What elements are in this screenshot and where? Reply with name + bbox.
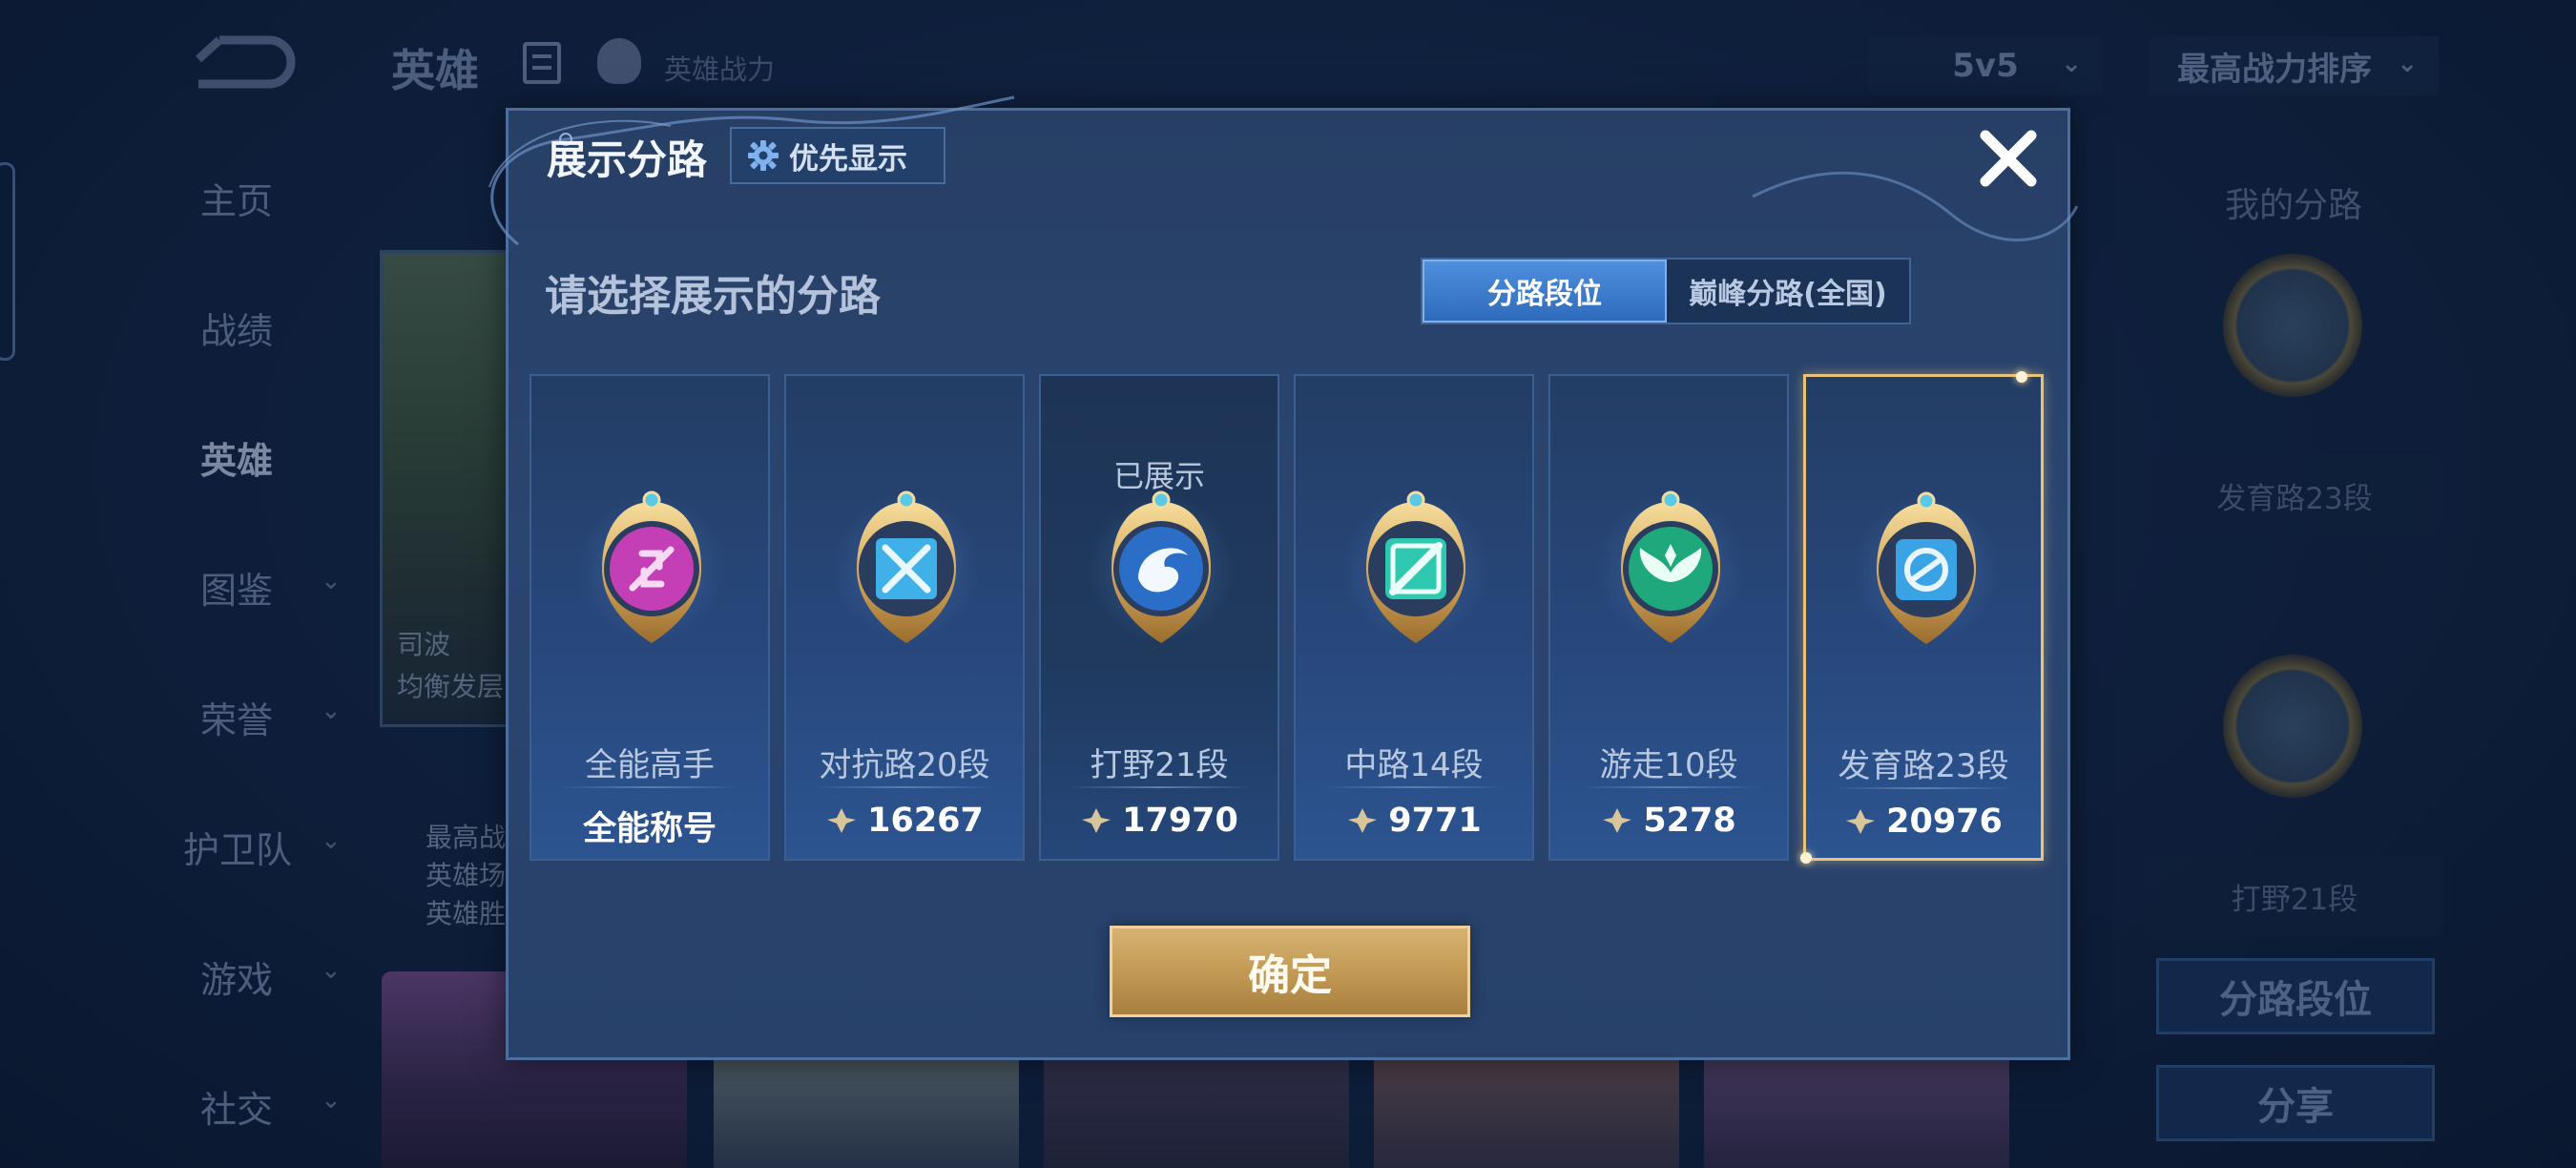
- lane-card-all-round[interactable]: 全能高手 全能称号: [530, 374, 770, 861]
- lane-card-jungle[interactable]: 已展示 打野21段 17970: [1039, 374, 1279, 861]
- power-points-icon: [1846, 809, 1876, 834]
- lane-value: 9771: [1388, 802, 1482, 840]
- lane-card-list: 全能高手 全能称号 对抗路20段 16267 已展示 打野21段 17970 中…: [530, 371, 2056, 866]
- lane-score: 20976: [1806, 803, 2041, 841]
- tab-lane-rank[interactable]: 分路段位: [1423, 260, 1667, 323]
- power-points-icon: [1603, 808, 1632, 833]
- lane-score: 17970: [1041, 802, 1278, 840]
- lane-name: 中路14段: [1344, 746, 1484, 784]
- lane-name: 发育路23段: [1838, 747, 2009, 785]
- lane-value: 全能称号: [582, 810, 717, 848]
- lane-card-clash[interactable]: 对抗路20段 16267: [784, 374, 1025, 861]
- lane-score: 16267: [786, 802, 1023, 840]
- lane-name: 对抗路20段: [819, 746, 990, 784]
- power-points-icon: [827, 808, 857, 833]
- lane-card-mid[interactable]: 中路14段 9771: [1294, 374, 1534, 861]
- mid-lane-icon: [1340, 490, 1492, 645]
- divider: [1322, 786, 1506, 788]
- selection-corner-dot: [1800, 852, 1812, 864]
- lane-title-label: 全能称号: [531, 802, 768, 850]
- lane-name: 全能高手: [585, 746, 715, 784]
- clash-lane-icon: [830, 490, 983, 645]
- lane-type-toggle: 分路段位 巅峰分路(全国): [1421, 258, 1911, 324]
- lane-value: 16267: [867, 802, 984, 840]
- divider: [813, 786, 996, 788]
- divider: [1068, 786, 1251, 788]
- lane-score: 9771: [1296, 802, 1532, 840]
- power-points-icon: [1082, 808, 1111, 833]
- confirm-button[interactable]: 确定: [1110, 926, 1470, 1017]
- priority-display-button[interactable]: 优先显示: [730, 127, 945, 184]
- lane-name: 游走10段: [1599, 746, 1738, 784]
- divider: [1833, 787, 2014, 789]
- lane-display-dialog: 展示分路 优先显示 请选择展示的分路 分路段位 巅峰分路(全国) 全能高手 全能…: [488, 95, 2079, 1060]
- selection-corner-dot: [2016, 371, 2027, 383]
- divider: [1577, 786, 1760, 788]
- lane-score: 5278: [1550, 802, 1787, 840]
- lane-card-roam[interactable]: 游走10段 5278: [1548, 374, 1789, 861]
- farm-lane-icon: [1850, 491, 2003, 646]
- dialog-title: 展示分路: [547, 136, 708, 183]
- close-button[interactable]: [1974, 124, 2043, 193]
- close-icon: [1980, 130, 2037, 187]
- jungle-dragon-icon: [1085, 490, 1237, 645]
- lane-value: 5278: [1643, 802, 1736, 840]
- all-round-icon: [575, 490, 728, 645]
- lane-value: 20976: [1886, 803, 2003, 841]
- divider: [558, 786, 741, 788]
- tab-peak-lane-national[interactable]: 巅峰分路(全国): [1667, 260, 1909, 323]
- lane-card-farm[interactable]: 发育路23段 20976: [1800, 371, 2044, 864]
- lane-value: 17970: [1122, 802, 1238, 840]
- gear-icon: [748, 140, 779, 171]
- select-lane-prompt: 请选择展示的分路: [545, 272, 881, 321]
- roam-wings-icon: [1594, 490, 1747, 645]
- lane-name: 打野21段: [1090, 746, 1229, 784]
- priority-display-label: 优先显示: [789, 141, 907, 177]
- power-points-icon: [1348, 808, 1378, 833]
